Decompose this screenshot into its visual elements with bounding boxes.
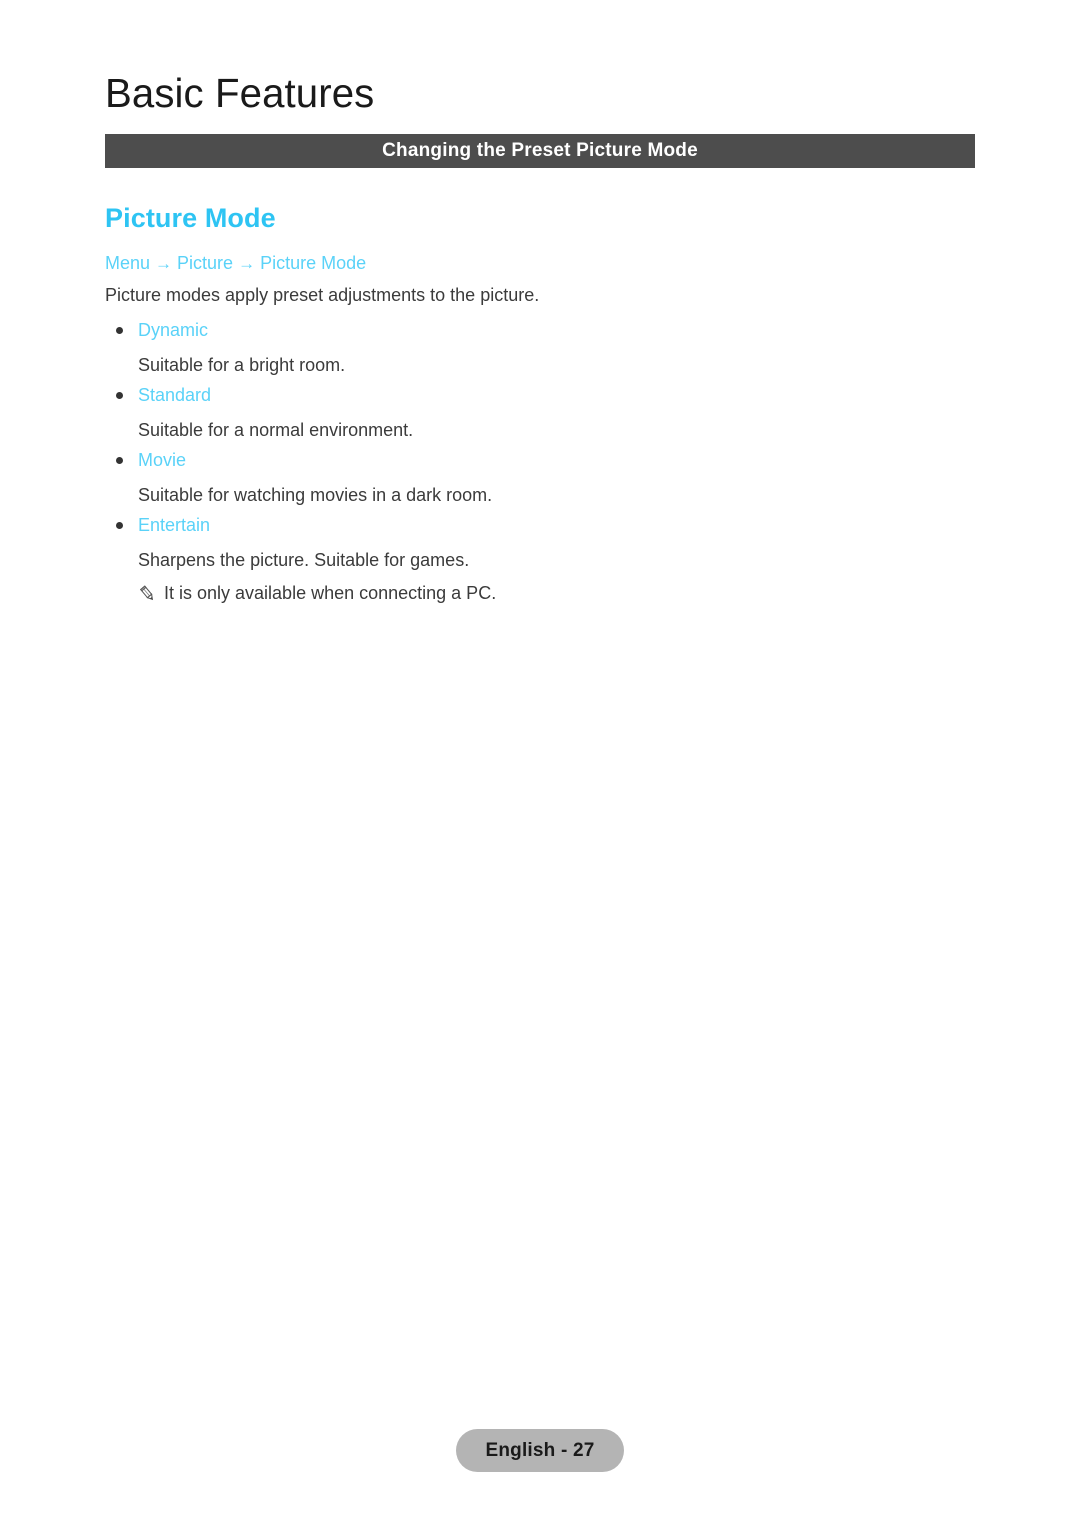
mode-name-row: Dynamic xyxy=(105,314,905,346)
mode-name-standard: Standard xyxy=(138,385,212,405)
mode-name-dynamic: Dynamic xyxy=(138,320,209,340)
mode-name-row: Movie xyxy=(105,444,905,476)
mode-name-entertain: Entertain xyxy=(138,515,211,535)
intro-paragraph: Picture modes apply preset adjustments t… xyxy=(105,285,540,305)
mode-description-dynamic: Suitable for a bright room. xyxy=(138,355,346,375)
breadcrumb-item-picture-mode[interactable]: Picture Mode xyxy=(260,253,366,273)
breadcrumb-item-picture[interactable]: Picture xyxy=(177,253,233,273)
page-number-badge: English - 27 xyxy=(456,1429,624,1472)
pencil-note-icon xyxy=(138,584,157,603)
bullet-icon xyxy=(116,391,123,399)
list-item: Dynamic Suitable for a bright room. xyxy=(105,314,905,379)
section-header-label: Changing the Preset Picture Mode xyxy=(382,140,698,161)
note-text: It is only available when connecting a P… xyxy=(164,583,497,603)
mode-description-standard: Suitable for a normal environment. xyxy=(138,420,414,440)
mode-name-row: Entertain xyxy=(105,509,905,541)
mode-description-entertain: Sharpens the picture. Suitable for games… xyxy=(138,550,470,570)
page-title: Picture Mode xyxy=(105,203,276,233)
section-header-bar: Changing the Preset Picture Mode xyxy=(105,134,975,168)
arrow-right-icon: → xyxy=(155,254,173,273)
list-item: Standard Suitable for a normal environme… xyxy=(105,379,905,444)
list-item: Movie Suitable for watching movies in a … xyxy=(105,444,905,509)
manual-page: Basic Features Changing the Preset Pictu… xyxy=(0,0,1080,1519)
arrow-right-icon: → xyxy=(238,254,256,273)
mode-name-row: Standard xyxy=(105,379,905,411)
mode-name-movie: Movie xyxy=(138,450,187,470)
note-row: It is only available when connecting a P… xyxy=(138,574,905,606)
breadcrumb: Menu → Picture → Picture Mode xyxy=(105,251,366,276)
mode-description-movie: Suitable for watching movies in a dark r… xyxy=(138,485,493,505)
page-number-label: English - 27 xyxy=(485,1439,595,1461)
bullet-icon xyxy=(116,456,123,464)
list-item: Entertain Sharpens the picture. Suitable… xyxy=(105,509,905,606)
breadcrumb-item-menu[interactable]: Menu xyxy=(105,253,150,273)
bullet-icon xyxy=(116,521,123,529)
picture-mode-list: Dynamic Suitable for a bright room. Stan… xyxy=(105,314,905,606)
bullet-icon xyxy=(116,326,123,334)
chapter-title: Basic Features xyxy=(105,70,375,116)
